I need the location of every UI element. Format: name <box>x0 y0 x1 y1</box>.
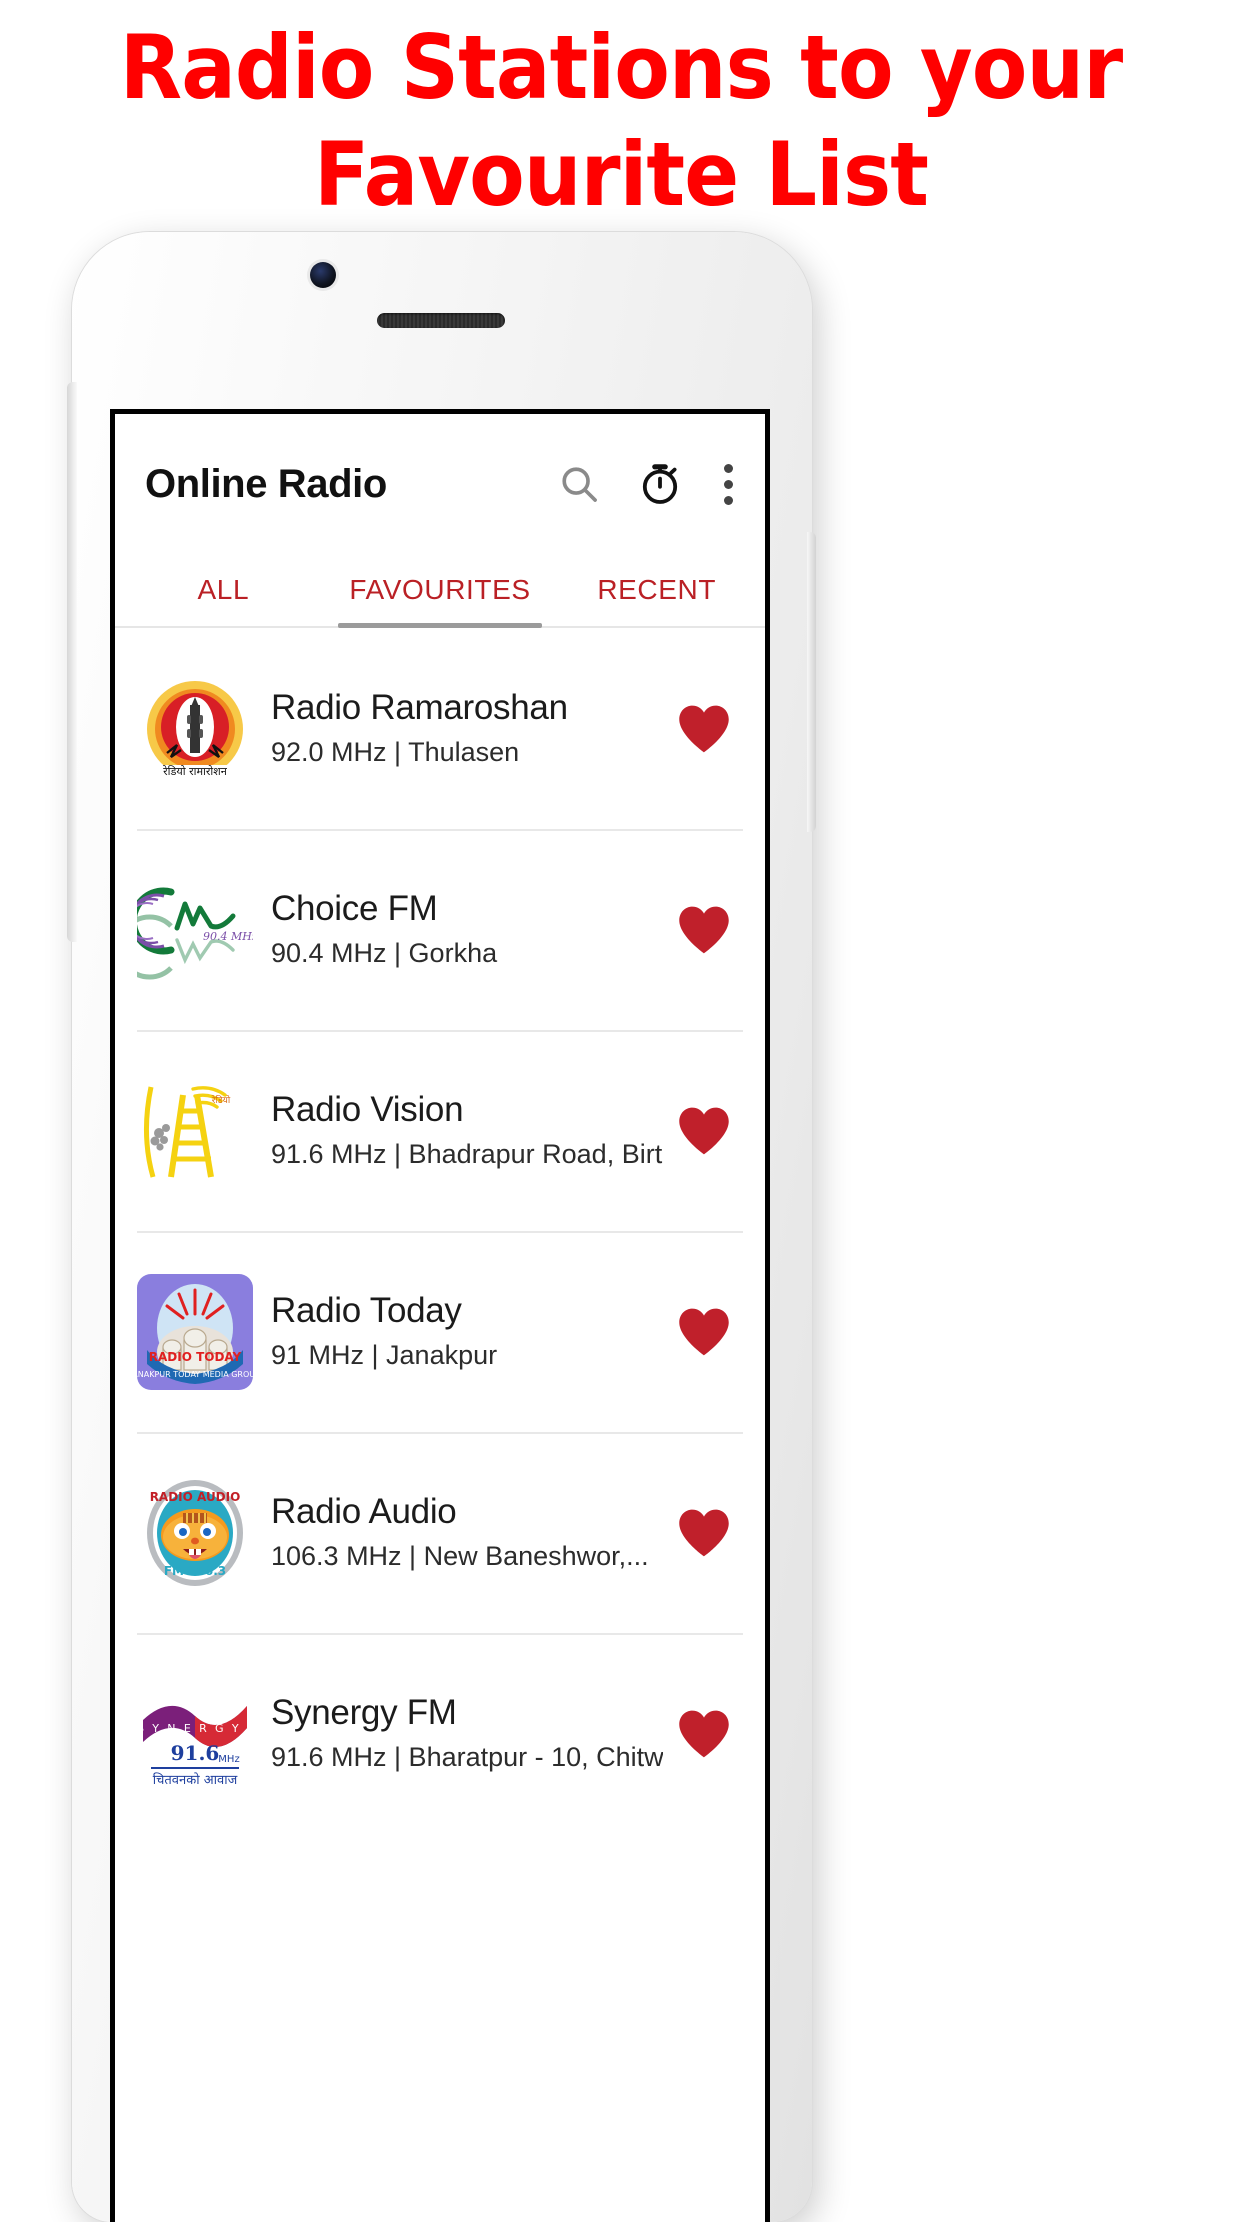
radio-vision-logo: रेडियो <box>137 1072 253 1189</box>
search-icon[interactable] <box>556 461 602 507</box>
svg-text:RADIO TODAY: RADIO TODAY <box>149 1350 242 1364</box>
list-item[interactable]: RADIO TODAY JANAKPUR TODAY MEDIA GROUP R… <box>115 1231 765 1432</box>
phone-mockup: Online Radio ALL FAVOURITES RECENT रेडिय… <box>67 232 816 2222</box>
favourite-heart-icon[interactable] <box>671 904 737 956</box>
station-name: Radio Vision <box>271 1089 464 1129</box>
favourite-heart-icon[interactable] <box>671 703 737 755</box>
svg-text:JANAKPUR TODAY MEDIA GROUP: JANAKPUR TODAY MEDIA GROUP <box>137 1370 253 1379</box>
svg-text:S Y N E R G Y: S Y N E R G Y <box>137 1722 241 1735</box>
station-name: Choice FM <box>271 888 438 928</box>
list-item[interactable]: S Y N E R G Y 91.6 MHz चितवनको आवाज Syne… <box>115 1633 765 1834</box>
choice-fm-logo: 90.4 MHz <box>137 871 253 988</box>
radio-today-logo: RADIO TODAY JANAKPUR TODAY MEDIA GROUP <box>137 1273 253 1390</box>
front-camera-icon <box>310 262 336 288</box>
list-item[interactable]: 90.4 MHz Choice FM 90.4 MHz | Gorkha <box>115 829 765 1030</box>
app-toolbar: Online Radio <box>115 414 765 554</box>
favourite-heart-icon[interactable] <box>671 1306 737 1358</box>
svg-text:FM 106.3: FM 106.3 <box>164 1564 226 1578</box>
station-meta: Radio Audio 106.3 MHz | New Baneshwor,..… <box>271 1491 671 1574</box>
list-item[interactable]: RADIO AUDIO FM 106.3 Radio Audio 106.3 M… <box>115 1432 765 1633</box>
overflow-menu-icon[interactable] <box>718 463 739 505</box>
list-item[interactable]: रेडियो रामारोशन Radio Ramaroshan 92.0 MH… <box>115 628 765 829</box>
phone-screen: Online Radio ALL FAVOURITES RECENT रेडिय… <box>110 409 770 2222</box>
station-details: 91.6 MHz | Bharatpur - 10, Chitwan <box>271 1741 663 1772</box>
station-meta: Radio Vision 91.6 MHz | Bhadrapur Road, … <box>271 1089 671 1172</box>
station-details: 92.0 MHz | Thulasen <box>271 736 520 767</box>
earpiece-speaker-icon <box>377 313 505 328</box>
station-details: 106.3 MHz | New Baneshwor,... <box>271 1540 649 1571</box>
svg-text:चितवनको आवाज: चितवनको आवाज <box>153 1772 238 1788</box>
tab-favourites[interactable]: FAVOURITES <box>332 554 549 628</box>
station-details: 91.6 MHz | Bhadrapur Road, Birtamo... <box>271 1138 663 1169</box>
svg-text:RADIO AUDIO: RADIO AUDIO <box>150 1490 241 1504</box>
station-name: Radio Today <box>271 1290 462 1330</box>
station-list: रेडियो रामारोशन Radio Ramaroshan 92.0 MH… <box>115 628 765 1834</box>
tab-bar: ALL FAVOURITES RECENT <box>115 554 765 628</box>
station-meta: Synergy FM 91.6 MHz | Bharatpur - 10, Ch… <box>271 1692 671 1775</box>
page-headline: Radio Stations to your Favourite List <box>119 16 1123 227</box>
phone-power-button <box>807 532 816 832</box>
list-item[interactable]: रेडियो Radio Vision 91.6 MHz | Bhadrapur… <box>115 1030 765 1231</box>
tab-all[interactable]: ALL <box>115 554 332 626</box>
station-meta: Radio Today 91 MHz | Janakpur <box>271 1290 671 1373</box>
sleep-timer-icon[interactable] <box>636 460 684 508</box>
station-name: Synergy FM <box>271 1692 457 1732</box>
radio-audio-logo: RADIO AUDIO FM 106.3 <box>137 1474 253 1591</box>
favourite-heart-icon[interactable] <box>671 1507 737 1559</box>
toolbar-actions <box>556 460 739 508</box>
tab-recent[interactable]: RECENT <box>548 554 765 626</box>
station-meta: Radio Ramaroshan 92.0 MHz | Thulasen <box>271 687 671 770</box>
svg-text:रेडियो: रेडियो <box>211 1094 230 1106</box>
station-name: Radio Audio <box>271 1491 457 1531</box>
synergy-fm-logo: S Y N E R G Y 91.6 MHz चितवनको आवाज <box>137 1675 253 1792</box>
ramaroshan-logo: रेडियो रामारोशन <box>137 670 253 787</box>
svg-text:रेडियो रामारोशन: रेडियो रामारोशन <box>163 765 228 778</box>
svg-text:MHz: MHz <box>218 1754 239 1765</box>
phone-volume-buttons <box>67 382 77 942</box>
favourite-heart-icon[interactable] <box>671 1708 737 1760</box>
station-details: 90.4 MHz | Gorkha <box>271 937 498 968</box>
favourite-heart-icon[interactable] <box>671 1105 737 1157</box>
station-name: Radio Ramaroshan <box>271 687 568 727</box>
station-details: 91 MHz | Janakpur <box>271 1339 498 1370</box>
station-meta: Choice FM 90.4 MHz | Gorkha <box>271 888 671 971</box>
svg-text:91.6: 91.6 <box>171 1741 220 1765</box>
app-title: Online Radio <box>145 461 387 506</box>
